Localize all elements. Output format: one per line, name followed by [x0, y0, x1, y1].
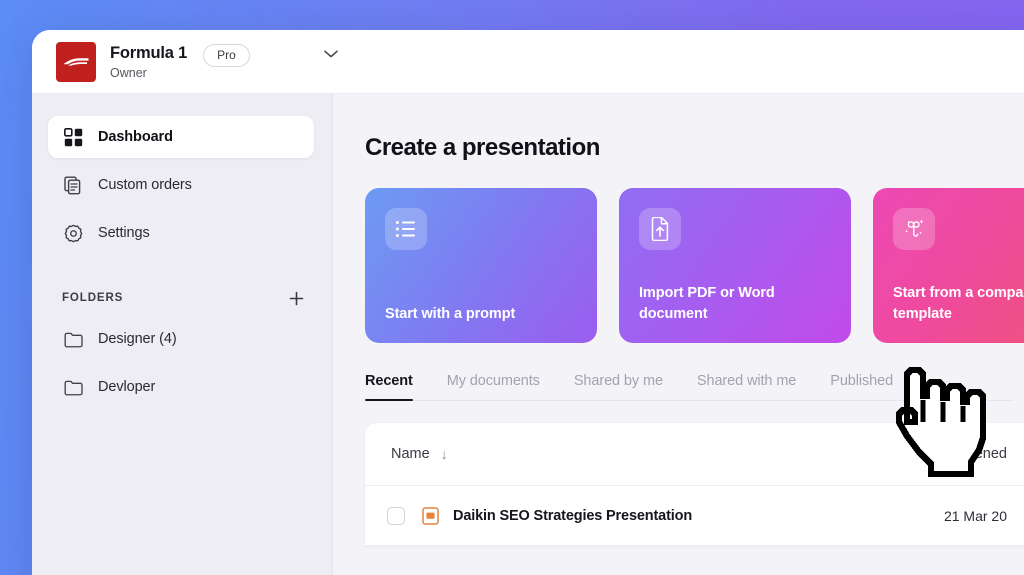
brand-text: Formula 1 Owner: [110, 44, 187, 81]
documents-icon: [62, 174, 84, 196]
main-content: Create a presentation Start with a promp…: [333, 94, 1024, 575]
row-opened-date: 21 Mar 20: [943, 507, 1007, 524]
pro-badge: Pro: [203, 44, 250, 67]
add-folder-button[interactable]: [286, 288, 306, 308]
sidebar: Dashboard Custom orders Settings FOLDERS…: [32, 94, 333, 575]
sidebar-folder-devloper[interactable]: Devloper: [48, 366, 314, 408]
folders-header: FOLDERS: [62, 288, 306, 308]
f1-logo: [56, 42, 96, 82]
card-label: Import PDF or Word document: [639, 285, 775, 322]
tab-recent[interactable]: Recent: [365, 373, 413, 401]
card-label: Start with a prompt: [385, 306, 516, 322]
create-presentation-cards: Start with a prompt Import PDF or Word d…: [365, 188, 1024, 343]
sidebar-item-label: Custom orders: [98, 177, 192, 193]
card-start-from-a-company-template[interactable]: Start from a company template: [873, 188, 1024, 343]
column-header-name-label: Name: [391, 446, 430, 462]
presentation-icon: [421, 506, 439, 525]
top-bar: Formula 1 Owner Pro: [32, 30, 1024, 94]
table-row[interactable]: Daikin SEO Strategies Presentation 21 Ma…: [365, 486, 1024, 546]
arrow-down-icon: ↓: [440, 446, 448, 462]
grid-icon: [62, 126, 84, 148]
tab-published[interactable]: Published: [830, 373, 893, 400]
sidebar-item-settings[interactable]: Settings: [48, 212, 314, 254]
upload-document-icon: [639, 208, 681, 250]
tab-my-documents[interactable]: My documents: [447, 373, 540, 400]
chevron-down-icon: [323, 50, 338, 58]
plus-icon: [289, 291, 303, 305]
magic-wand-icon: [893, 208, 935, 250]
app-window: Formula 1 Owner Pro Dashboard Custom ord…: [32, 30, 1024, 575]
sidebar-folder-label: Devloper: [98, 379, 156, 395]
folders-title: FOLDERS: [62, 292, 124, 304]
page-title: Create a presentation: [365, 134, 600, 161]
tab-shared-by-me[interactable]: Shared by me: [574, 373, 663, 400]
row-document-name: Daikin SEO Strategies Presentation: [453, 507, 693, 524]
sidebar-item-label: Dashboard: [98, 129, 173, 145]
list-icon: [385, 208, 427, 250]
card-start-with-a-prompt[interactable]: Start with a prompt: [365, 188, 597, 343]
folder-icon: [62, 376, 84, 398]
gear-icon: [62, 222, 84, 244]
sidebar-item-dashboard[interactable]: Dashboard: [48, 116, 314, 158]
workspace-dropdown-button[interactable]: [318, 41, 344, 67]
brand-name: Formula 1: [110, 43, 188, 62]
sidebar-item-label: Settings: [98, 225, 150, 241]
sidebar-folder-designer[interactable]: Designer (4): [48, 318, 314, 360]
card-label: Start from a company template: [893, 285, 1024, 322]
folder-icon: [62, 328, 84, 350]
hand-pointer-cursor: [895, 366, 987, 478]
card-import-pdf-or-word-document[interactable]: Import PDF or Word document: [619, 188, 851, 343]
sidebar-item-custom-orders[interactable]: Custom orders: [48, 164, 314, 206]
tab-shared-with-me[interactable]: Shared with me: [697, 373, 796, 400]
sidebar-folder-label: Designer (4): [98, 331, 177, 347]
column-header-name[interactable]: Name ↓: [391, 446, 448, 462]
row-checkbox[interactable]: [387, 506, 405, 525]
brand-role: Owner: [110, 65, 147, 80]
